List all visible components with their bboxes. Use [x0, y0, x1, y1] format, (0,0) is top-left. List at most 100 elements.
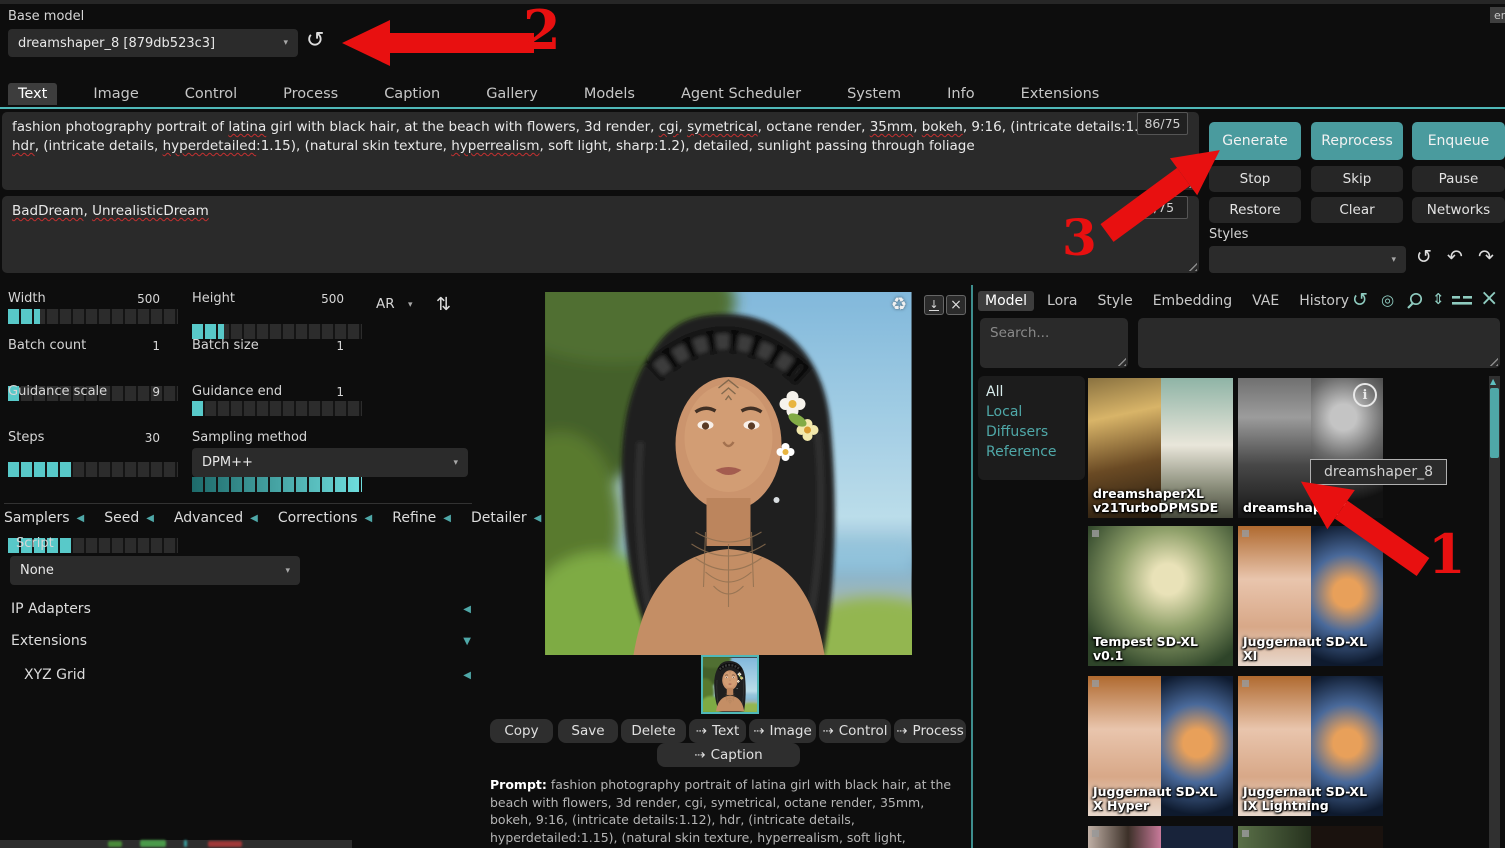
prompt-textarea[interactable]: fashion photography portrait of latina g… — [2, 112, 1199, 190]
gallery-thumbnail[interactable] — [701, 655, 759, 714]
model-card[interactable]: Tempest SD-XL v0.1 — [1088, 526, 1233, 666]
send-to-image-button[interactable]: ⇢Image — [749, 719, 816, 743]
networks-tab-model[interactable]: Model — [978, 291, 1034, 311]
networks-tab-style[interactable]: Style — [1091, 291, 1140, 311]
tab-models[interactable]: Models — [574, 83, 645, 105]
tab-system[interactable]: System — [837, 83, 911, 105]
sampling-method-dropdown[interactable]: DPM++ ▾ — [192, 448, 468, 477]
steps-value: 30 — [96, 431, 160, 445]
resize-handle[interactable] — [1488, 356, 1498, 366]
swap-dimensions-icon[interactable]: ⇅ — [436, 294, 451, 315]
close-image-button[interactable]: × — [946, 295, 966, 315]
networks-search-icon[interactable] — [1406, 292, 1424, 310]
batch-size-slider[interactable] — [192, 401, 362, 416]
tab-caption[interactable]: Caption — [374, 83, 450, 105]
scroll-up-icon[interactable]: ▲ — [1490, 377, 1496, 386]
networks-search-input[interactable]: Search... — [980, 318, 1128, 368]
download-image-button[interactable]: ↓ — [924, 295, 944, 315]
tab-gallery[interactable]: Gallery — [476, 83, 548, 105]
networks-updown-icon[interactable]: ⇕ — [1432, 292, 1445, 307]
chevron-down-icon: ▾ — [1391, 255, 1396, 265]
scrollbar-thumb[interactable] — [1490, 388, 1499, 458]
copy-button[interactable]: Copy — [490, 719, 553, 743]
accordion-seed[interactable]: Seed◀ — [104, 510, 154, 526]
networks-button[interactable]: Networks — [1412, 197, 1505, 223]
tab-extensions[interactable]: Extensions — [1011, 83, 1110, 105]
recycle-icon[interactable]: ♻ — [891, 294, 907, 315]
tab-agent-scheduler[interactable]: Agent Scheduler — [671, 83, 811, 105]
accordion-ip-adapters[interactable]: IP Adapters◀ — [11, 601, 471, 617]
transfer-arrow-icon: ⇢ — [822, 723, 833, 739]
guidance-scale-slider[interactable] — [8, 462, 178, 477]
redo-icon[interactable]: ↷ — [1478, 246, 1494, 268]
category-all[interactable]: All — [978, 382, 1085, 402]
tab-info[interactable]: Info — [937, 83, 984, 105]
model-card[interactable] — [1088, 826, 1233, 848]
networks-tab-lora[interactable]: Lora — [1040, 291, 1084, 311]
accordion-corrections[interactable]: Corrections◀ — [278, 510, 372, 526]
networks-sort-icon[interactable] — [1452, 296, 1472, 306]
prompt-text: fashion photography portrait of latina g… — [2, 112, 1199, 162]
chevron-down-icon: ▾ — [285, 566, 290, 576]
guidance-end-slider[interactable] — [192, 477, 362, 492]
expanded-icon: ▼ — [463, 636, 471, 647]
tab-text[interactable]: Text — [8, 83, 57, 105]
collapsed-icon: ◀ — [146, 513, 154, 524]
model-card[interactable]: Juggernaut SD-XL X Hyper — [1088, 676, 1233, 816]
info-icon[interactable]: i — [1353, 383, 1377, 407]
networks-target-icon[interactable]: ◎ — [1381, 293, 1394, 308]
styles-refresh-icon[interactable]: ↺ — [1416, 246, 1432, 268]
delete-button[interactable]: Delete — [621, 719, 686, 743]
category-reference[interactable]: Reference — [978, 442, 1085, 462]
networks-tab-embedding[interactable]: Embedding — [1146, 291, 1239, 311]
accordion-detailer[interactable]: Detailer◀ — [471, 510, 541, 526]
clear-button[interactable]: Clear — [1311, 197, 1403, 223]
skip-button[interactable]: Skip — [1311, 166, 1403, 192]
send-to-control-button[interactable]: ⇢Control — [819, 719, 891, 743]
accordion-extensions[interactable]: Extensions▼ — [11, 633, 471, 649]
accordion-advanced[interactable]: Advanced◀ — [174, 510, 258, 526]
save-button[interactable]: Save — [558, 719, 618, 743]
pause-button[interactable]: Pause — [1412, 166, 1505, 192]
chevron-down-icon[interactable]: ▾ — [408, 300, 413, 310]
undo-icon[interactable]: ↶ — [1447, 246, 1463, 268]
model-card[interactable] — [1238, 826, 1383, 848]
height-slider[interactable] — [192, 324, 362, 339]
model-card[interactable]: Juggernaut SD-XL IX Lightning — [1238, 676, 1383, 816]
send-to-text-button[interactable]: ⇢Text — [689, 719, 746, 743]
styles-dropdown[interactable]: ▾ — [1209, 246, 1406, 273]
networks-tab-history[interactable]: History — [1292, 291, 1356, 311]
tab-control[interactable]: Control — [175, 83, 247, 105]
tab-process[interactable]: Process — [273, 83, 348, 105]
negative-prompt-textarea[interactable]: BadDream, UnrealisticDream — [2, 196, 1199, 273]
thumbnail-image — [703, 657, 757, 712]
script-dropdown[interactable]: None ▾ — [10, 556, 300, 585]
width-slider[interactable] — [8, 309, 178, 324]
category-local[interactable]: Local — [978, 402, 1085, 422]
log-fragment — [140, 840, 166, 847]
networks-refresh-icon[interactable]: ↺ — [1352, 291, 1368, 310]
generated-image[interactable] — [545, 292, 912, 655]
accordion-xyz-grid[interactable]: XYZ Grid◀ — [24, 667, 471, 683]
width-label: Width — [8, 291, 46, 306]
tab-image[interactable]: Image — [83, 83, 148, 105]
refresh-model-icon[interactable]: ↺ — [306, 28, 324, 53]
search-placeholder: Search... — [980, 318, 1128, 349]
resize-handle[interactable] — [1187, 261, 1197, 271]
networks-close-icon[interactable]: × — [1480, 288, 1498, 310]
category-diffusers[interactable]: Diffusers — [978, 422, 1085, 442]
networks-description-input[interactable] — [1138, 318, 1500, 368]
enqueue-button[interactable]: Enqueue — [1412, 122, 1505, 160]
accordion-samplers[interactable]: Samplers◀ — [4, 510, 84, 526]
networks-tab-vae[interactable]: VAE — [1245, 291, 1286, 311]
send-to-caption-button[interactable]: ⇢Caption — [657, 743, 800, 767]
model-card[interactable]: dreamshaperXL v21TurboDPMSDE — [1088, 378, 1233, 518]
base-model-dropdown[interactable]: dreamshaper_8 [879db523c3] ▾ — [8, 29, 298, 57]
reprocess-button[interactable]: Reprocess — [1311, 122, 1403, 160]
send-to-process-button[interactable]: ⇢Process — [894, 719, 966, 743]
accordion-refine[interactable]: Refine◀ — [392, 510, 451, 526]
tab-underline — [0, 107, 1505, 109]
language-badge[interactable]: en — [1490, 7, 1505, 23]
resize-handle[interactable] — [1116, 356, 1126, 366]
ar-dropdown[interactable]: AR — [376, 296, 395, 312]
